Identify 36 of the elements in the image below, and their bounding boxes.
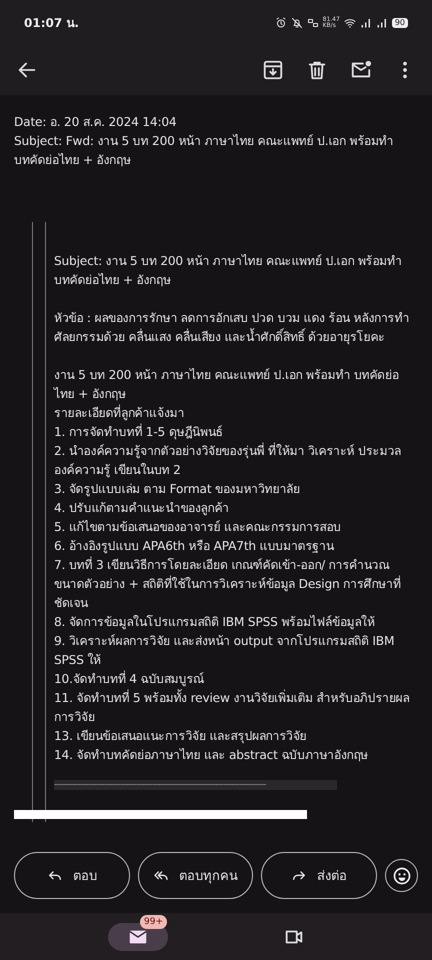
quoted-text-line: 11. จัดทำบทที่ 5 พร้อมทั้ง review งานวิจัยเพิ่มเติม สำหรับอภิปรายผลการวิจัย (54, 689, 410, 726)
mail-tab[interactable] (108, 922, 168, 950)
alarm-icon (274, 16, 287, 28)
quoted-text-line: 9. วิเคราะห์ผลการวิจัย และส่งหน้า output จากโปรแกรมสถิติ IBM SPSS ให้ (54, 633, 396, 669)
quoted-text-line: 13. เขียนข้อเสนอแนะการวิจัย และสรุปผลการวิจัย (54, 728, 308, 746)
smiley-icon (392, 866, 412, 886)
quoted-text-line: 14. จัดทำบทคัดย่อภาษาไทย และ abstract ฉบับภาษาอังกฤษ (54, 747, 369, 764)
signal-icon (360, 16, 372, 28)
reply-all-button[interactable]: ตอบทุกคน (138, 852, 254, 899)
quoted-text-line: Subject: งาน 5 บท 200 หน้า ภาษาไทย คณะแพทย์ ป.เอก พร้อมทำ บทคัดย่อไทย + อังกฤษ (54, 253, 403, 289)
quoted-text-line: รายละเอียดที่ลูกค้าแจ้งมา (54, 404, 186, 422)
header-line: Date: อ. 20 ส.ค. 2024 14:04 (14, 114, 178, 131)
reply-button[interactable]: ตอบ (14, 852, 130, 899)
quoted-text-line: งาน 5 บท 200 หน้า ภาษาไทย คณะแพทย์ ป.เอก พร้อมทำ บทคัดย่อไทย + อังกฤษ (54, 367, 400, 403)
quoted-text-line: หัวข้อ : ผลของการรักษา ลดการอักเสบ ปวด บวม แดง ร้อน หลังการทำศัลยกรรมด้วย คลื่นแสง คลื่นเสียง และน้ำศักดิ์สิทธิ์ ด้วยอายุรโยคะ (54, 310, 410, 346)
archive-icon[interactable] (262, 59, 284, 81)
status-time: 01:07 น. (24, 15, 79, 32)
quoted-text-line: 4. ปรับแก้ตามคำแนะนำของลูกค้า (54, 500, 230, 518)
quoted-text-line: 10.จัดทำบทที่ 4 ฉบับสมบูรณ์ (54, 670, 205, 688)
quoted-text-line: 2. นำองค์ความรู้จากตัวอย่างวิจัยของรุ่นพี่ ที่ให้มา วิเคราะห์ ประมวลองค์ความรู้ เขียนในบท 2 (54, 442, 402, 480)
battery-level: 90 (392, 18, 408, 28)
signal-icon (376, 16, 388, 28)
quoted-text-line: 1. การจัดทำบทที่ 1-5 ดุษฎีนิพนธ์ (54, 423, 224, 442)
wifi-icon (344, 16, 356, 28)
dashed-separator: -------------------------------------------------------------------------------- (54, 780, 337, 790)
quoted-text-line: 7. บทที่ 3 เขียนวิธีการโดยละเอียด เกณฑ์คัดเข้า-ออก/ การคำนวณขนาดตัวอย่าง + สถิติที่ใช้ในการวิเคราะห์ข้อมูล Design การศึกษาที่ชัดเจน (54, 556, 402, 612)
quoted-text-line: 8. จัดการข้อมูลในโปรแกรมสถิติ IBM SPSS พร้อมไฟล์ข้อมูลให้ (54, 614, 376, 632)
forward-button[interactable]: ส่งต่อ (261, 852, 378, 899)
count-badge: 99+ (140, 914, 167, 928)
header-line: Subject: Fwd: งาน 5 บท 200 หน้า ภาษาไทย คณะแพทย์ ป.เอก พร้อมทำ บทคัดย่อไทย + อังกฤษ (14, 133, 395, 169)
trash-icon[interactable] (306, 59, 328, 81)
muted-bell-icon (290, 16, 303, 28)
quoted-text-line: 3. จัดรูปแบบเล่ม ตาม Format ของมหาวิทยาลัย (54, 481, 301, 498)
emoji-button[interactable] (385, 859, 418, 892)
quoted-text-line: 6. อ้างอิงรูปแบบ APA6th หรือ APA7th แบบมาตรฐาน (54, 538, 335, 556)
quoted-text-line: 5. แก้ไขตามข้อเสนอของอาจารย์ และคณะกรรมการสอบ (54, 519, 342, 536)
